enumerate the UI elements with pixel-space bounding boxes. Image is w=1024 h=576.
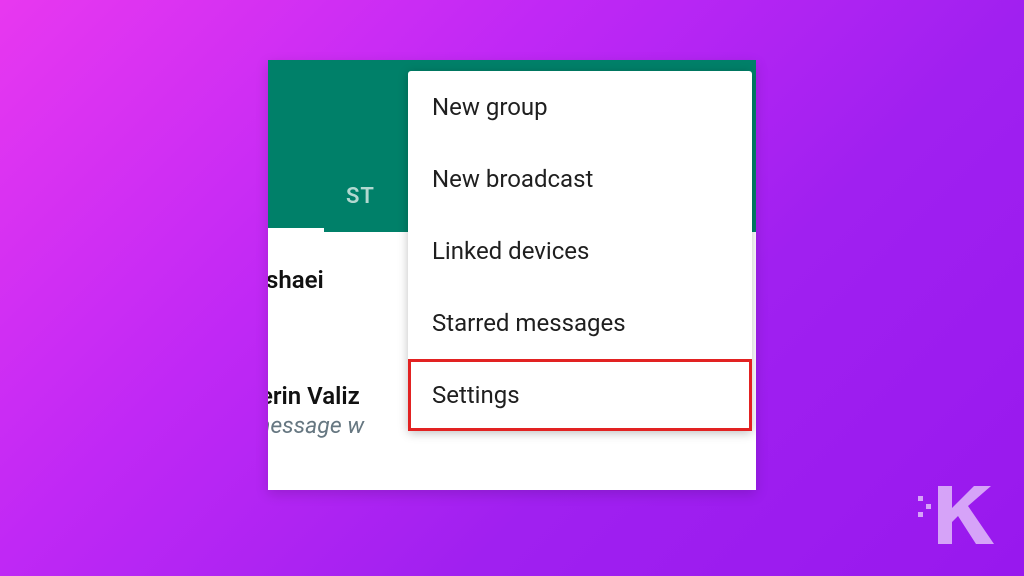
overflow-menu: New group New broadcast Linked devices S…: [408, 71, 752, 431]
menu-item-linked-devices[interactable]: Linked devices: [408, 215, 752, 287]
menu-item-new-group[interactable]: New group: [408, 71, 752, 143]
tab-status[interactable]: ST: [346, 184, 375, 209]
menu-item-new-broadcast[interactable]: New broadcast: [408, 143, 752, 215]
tab-indicator: [268, 228, 324, 232]
menu-item-settings[interactable]: Settings: [408, 359, 752, 431]
phone-screenshot: ST shaei erin Valiz nessage w New group …: [268, 60, 756, 490]
menu-item-starred-messages[interactable]: Starred messages: [408, 287, 752, 359]
watermark-logo: [916, 476, 996, 548]
